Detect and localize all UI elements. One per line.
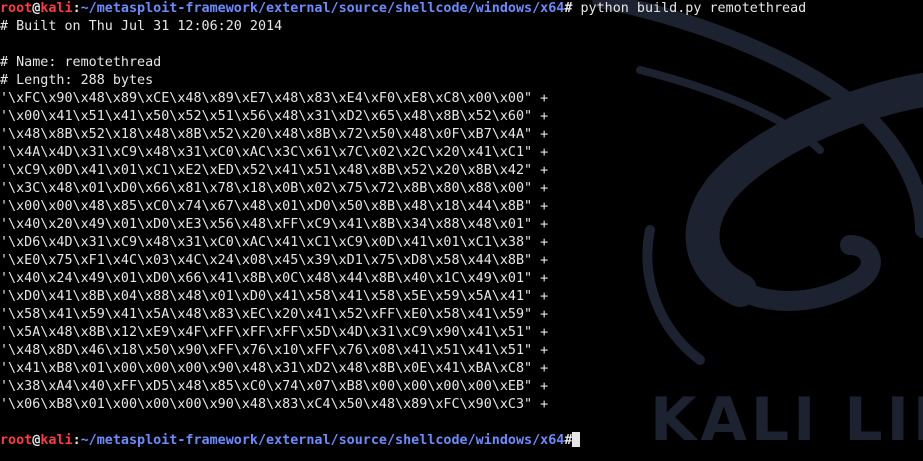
output-line: '\x40\x20\x49\x01\xD0\xE3\x56\x48\xFF\xC…: [0, 217, 549, 232]
text-cursor[interactable]: [572, 432, 581, 447]
prompt-separator: :: [72, 1, 81, 16]
output-line: '\x40\x24\x49\x01\xD0\x66\x41\x8B\x0C\x4…: [0, 271, 549, 286]
output-line: # Length: 288 bytes: [0, 73, 154, 88]
output-line: '\x41\xB8\x01\x00\x00\x00\x90\x48\x31\xD…: [0, 361, 549, 376]
output-line: '\x00\x41\x51\x41\x50\x52\x51\x56\x48\x3…: [0, 109, 549, 124]
prompt-line-2[interactable]: root@kali:~/metasploit-framework/externa…: [0, 432, 806, 450]
output-line: '\x38\xA4\x40\xFF\xD5\x48\x85\xC0\x74\x0…: [0, 379, 549, 394]
terminal-window[interactable]: KALI LINUX root@kali:~/metasploit-framew…: [0, 0, 923, 461]
output-line: '\xD0\x41\x8B\x04\x88\x48\x01\xD0\x41\x5…: [0, 289, 549, 304]
prompt-symbol: #: [564, 433, 573, 448]
prompt-separator: :: [72, 433, 81, 448]
output-line: # Name: remotethread: [0, 55, 162, 70]
output-line: '\x4A\x4D\x31\xC9\x48\x31\xC0\xAC\x3C\x6…: [0, 145, 549, 160]
output-line: '\x3C\x48\x01\xD0\x66\x81\x78\x18\x0B\x0…: [0, 181, 549, 196]
output-line: '\x48\x8D\x46\x18\x50\x90\xFF\x76\x10\xF…: [0, 343, 549, 358]
command-text: python build.py remotethread: [572, 1, 807, 16]
prompt-host: kali: [40, 1, 73, 16]
prompt-path: ~/metasploit-framework/external/source/s…: [80, 1, 565, 16]
output-line: # Built on Thu Jul 31 12:06:20 2014: [0, 19, 283, 34]
prompt-user: root: [0, 433, 33, 448]
output-line: '\x06\xB8\x01\x00\x00\x00\x90\x48\x83\xC…: [0, 397, 549, 412]
output-line: '\x00\x00\x48\x85\xC0\x74\x67\x48\x01\xD…: [0, 199, 549, 214]
output-line: '\x48\x8B\x52\x18\x48\x8B\x52\x20\x48\x8…: [0, 127, 549, 142]
output-line: '\xFC\x90\x48\x89\xCE\x48\x89\xE7\x48\x8…: [0, 91, 549, 106]
terminal-output: root@kali:~/metasploit-framework/externa…: [0, 0, 806, 450]
prompt-line-1: root@kali:~/metasploit-framework/externa…: [0, 0, 806, 18]
output-line: '\x58\x41\x59\x41\x5A\x48\x83\xEC\x20\x4…: [0, 307, 549, 322]
output-line: '\xC9\x0D\x41\x01\xC1\xE2\xED\x52\x41\x5…: [0, 163, 549, 178]
prompt-host: kali: [40, 433, 73, 448]
output-line: '\xD6\x4D\x31\xC9\x48\x31\xC0\xAC\x41\xC…: [0, 235, 549, 250]
prompt-path: ~/metasploit-framework/external/source/s…: [80, 433, 565, 448]
output-line: '\x5A\x48\x8B\x12\xE9\x4F\xFF\xFF\xFF\x5…: [0, 325, 549, 340]
prompt-user: root: [0, 1, 33, 16]
output-line: '\xE0\x75\xF1\x4C\x03\x4C\x24\x08\x45\x3…: [0, 253, 549, 268]
